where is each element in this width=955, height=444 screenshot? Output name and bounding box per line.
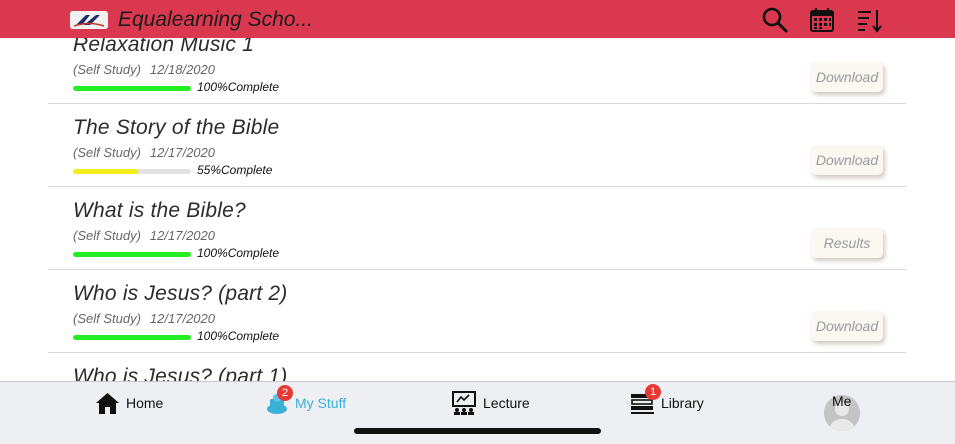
list-item[interactable]: What is the Bible? (Self Study) 12/17/202… bbox=[48, 187, 906, 270]
tab-label: Library bbox=[661, 395, 704, 411]
progress-bar-fill bbox=[73, 169, 138, 174]
item-date: 12/17/2020 bbox=[149, 228, 215, 243]
progress-bar bbox=[73, 252, 191, 257]
calendar-icon[interactable] bbox=[808, 6, 836, 34]
progress-bar-fill bbox=[73, 86, 191, 91]
tab-home[interactable]: Home bbox=[95, 390, 163, 416]
item-type: (Self Study) bbox=[73, 145, 141, 160]
item-date: 12/17/2020 bbox=[149, 311, 215, 326]
app-title: Equalearning Scho... bbox=[118, 8, 313, 31]
sort-icon[interactable] bbox=[855, 6, 883, 34]
progress-bar-fill bbox=[73, 252, 191, 257]
tab-lecture[interactable]: Lecture bbox=[451, 390, 530, 416]
list-item[interactable]: Who is Jesus? (part 2) (Self Study) 12/17… bbox=[48, 270, 906, 353]
progress-text: 100%Complete bbox=[197, 329, 280, 343]
notification-badge: 1 bbox=[645, 384, 661, 400]
item-meta: (Self Study) 12/17/2020 bbox=[73, 145, 215, 160]
home-icon bbox=[96, 393, 119, 414]
bottom-tab-bar: Home 2 My Stuff Lecture 1 Library Me bbox=[0, 381, 955, 444]
item-meta: (Self Study) 12/17/2020 bbox=[73, 228, 215, 243]
item-type: (Self Study) bbox=[73, 311, 141, 326]
download-button[interactable]: Download bbox=[811, 62, 883, 92]
item-meta: (Self Study) 12/18/2020 bbox=[73, 62, 215, 77]
tab-label: Lecture bbox=[483, 395, 530, 411]
progress-text: 100%Complete bbox=[197, 80, 280, 94]
tab-my-stuff[interactable]: 2 My Stuff bbox=[265, 385, 347, 416]
results-button[interactable]: Results bbox=[811, 228, 883, 258]
tab-library[interactable]: 1 Library bbox=[630, 384, 704, 416]
progress-text: 55%Complete bbox=[197, 163, 273, 177]
item-title: What is the Bible? bbox=[73, 199, 246, 222]
list-item[interactable]: The Story of the Bible (Self Study) 12/17… bbox=[48, 104, 906, 187]
item-title: Who is Jesus? (part 1) bbox=[73, 365, 288, 381]
tab-me-label[interactable]: Me bbox=[832, 393, 851, 409]
app-logo-icon bbox=[70, 11, 108, 29]
progress-text: 100%Complete bbox=[197, 246, 280, 260]
item-type: (Self Study) bbox=[73, 62, 141, 77]
progress-bar bbox=[73, 169, 191, 174]
home-indicator bbox=[354, 428, 601, 434]
list-item[interactable]: Who is Jesus? (part 1) bbox=[48, 353, 906, 381]
item-date: 12/17/2020 bbox=[149, 145, 215, 160]
item-title: Who is Jesus? (part 2) bbox=[73, 282, 288, 305]
tab-label: Home bbox=[126, 395, 164, 411]
download-button[interactable]: Download bbox=[811, 311, 883, 341]
notification-badge: 2 bbox=[277, 385, 293, 401]
progress-bar bbox=[73, 86, 191, 91]
item-title: The Story of the Bible bbox=[73, 116, 280, 139]
lecture-icon bbox=[452, 391, 476, 415]
item-date: 12/18/2020 bbox=[149, 62, 215, 77]
item-type: (Self Study) bbox=[73, 228, 141, 243]
app-header: Equalearning Scho... bbox=[0, 0, 955, 38]
item-meta: (Self Study) 12/17/2020 bbox=[73, 311, 215, 326]
search-icon[interactable] bbox=[761, 6, 789, 34]
activity-list[interactable]: Relaxation Music 1 (Self Study) 12/18/202… bbox=[0, 0, 955, 381]
download-button[interactable]: Download bbox=[811, 145, 883, 175]
tab-label: My Stuff bbox=[295, 395, 347, 411]
progress-bar bbox=[73, 335, 191, 340]
progress-bar-fill bbox=[73, 335, 191, 340]
